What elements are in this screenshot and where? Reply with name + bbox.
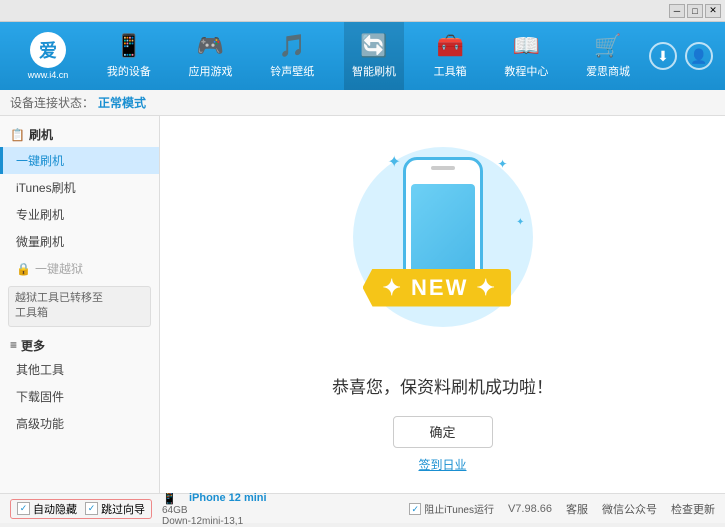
title-bar: ─ □ ✕ [0,0,725,22]
sparkle-3: ✦ [516,217,524,228]
auto-hide-checkbox[interactable]: ✓ 自动隐藏 [17,501,77,517]
device-icon: 📱 [115,33,142,59]
sidebar-notice: 越狱工具已转移至工具箱 [8,286,151,327]
sidebar-item-jailbreak: 🔒 一键越狱 [0,255,159,282]
support-link[interactable]: 客服 [566,501,588,517]
main-content: 📋 刷机 一键刷机 iTunes刷机 专业刷机 微量刷机 🔒 一键越狱 越狱工具… [0,116,725,493]
success-illustration: ✦ ✦ ✦ ✦ NEW ✦ [343,137,543,357]
ringtone-icon: 🎵 [279,33,306,59]
sidebar-item-advanced[interactable]: 高级功能 [0,410,159,437]
nav-shop-label: 爱思商城 [586,63,630,79]
status-bar: 设备连接状态： 正常模式 [0,90,725,116]
header-right: ⬇ 👤 [649,42,717,70]
itunes-running: ✓ 阻止iTunes运行 [409,501,494,516]
itunes-flash-label: iTunes刷机 [16,179,76,196]
account-btn[interactable]: 👤 [685,42,713,70]
version-text: V7.98.66 [508,503,552,515]
device-info-area: 📱 iPhone 12 mini 64GB Down-12mini-13,1 [162,491,267,527]
lock-icon: 🔒 [16,262,31,276]
sidebar-item-one-key-flash[interactable]: 一键刷机 [0,147,159,174]
phone-screen [411,184,475,274]
close-btn[interactable]: ✕ [705,4,721,18]
more-icon: ≡ [10,338,17,352]
skip-guide-checkbox[interactable]: ✓ 跳过向导 [85,501,145,517]
itunes-checkbox[interactable]: ✓ [409,503,421,515]
bottom-right: ✓ 阻止iTunes运行 V7.98.66 客服 微信公众号 检查更新 [409,501,715,517]
one-key-flash-label: 一键刷机 [16,152,64,169]
nav-smart-flash[interactable]: 🔄 智能刷机 [344,22,404,90]
nav-shop[interactable]: 🛒 爱思商城 [578,22,638,90]
bottom-bar: ✓ 自动隐藏 ✓ 跳过向导 📱 iPhone 12 mini 64GB Down… [0,493,725,523]
nav-tutorial-label: 教程中心 [504,63,548,79]
new-label: ✦ NEW ✦ [383,275,497,300]
flash-icon: 🔄 [360,33,387,59]
sidebar-item-other-tools[interactable]: 其他工具 [0,356,159,383]
flash-section-label: 刷机 [29,126,53,143]
nav-ringtone-label: 铃声壁纸 [270,63,314,79]
sidebar-item-pro-flash[interactable]: 专业刷机 [0,201,159,228]
skip-guide-check-box[interactable]: ✓ [85,502,98,515]
sidebar-section-flash: 📋 刷机 [0,122,159,147]
wechat-link[interactable]: 微信公众号 [602,501,657,517]
download-firmware-label: 下载固件 [16,388,64,405]
center-content: ✦ ✦ ✦ ✦ NEW ✦ 恭喜您，保资料刷机成功啦！ 确定 签到日业 [160,116,725,493]
sidebar-item-wipe-flash[interactable]: 微量刷机 [0,228,159,255]
sparkle-1: ✦ [388,152,401,172]
sparkle-2: ✦ [497,157,507,171]
status-value: 正常模式 [98,94,146,111]
nav-apps-label: 应用游戏 [189,63,233,79]
sidebar-item-itunes-flash[interactable]: iTunes刷机 [0,174,159,201]
sidebar: 📋 刷机 一键刷机 iTunes刷机 专业刷机 微量刷机 🔒 一键越狱 越狱工具… [0,116,160,493]
header: 爱 www.i4.cn 📱 我的设备 🎮 应用游戏 🎵 铃声壁纸 🔄 智能刷机 … [0,22,725,90]
new-ribbon: ✦ NEW ✦ [363,269,511,307]
auto-hide-label: 自动隐藏 [33,501,77,517]
skip-guide-label: 跳过向导 [101,501,145,517]
device-storage: 64GB [162,505,267,516]
itunes-label: 阻止iTunes运行 [424,501,494,516]
nav-flash-label: 智能刷机 [352,63,396,79]
nav-tutorial[interactable]: 📖 教程中心 [496,22,556,90]
nav-bar: 📱 我的设备 🎮 应用游戏 🎵 铃声壁纸 🔄 智能刷机 🧰 工具箱 📖 教程中心… [88,22,649,90]
minimize-btn[interactable]: ─ [669,4,685,18]
logo-icon: 爱 [30,32,66,68]
nav-my-device[interactable]: 📱 我的设备 [99,22,159,90]
phone-speaker [431,166,455,170]
nav-ringtone[interactable]: 🎵 铃声壁纸 [262,22,322,90]
daily-button[interactable]: 签到日业 [418,456,466,473]
maximize-btn[interactable]: □ [687,4,703,18]
success-message: 恭喜您，保资料刷机成功啦！ [332,373,553,398]
window-controls[interactable]: ─ □ ✕ [669,4,721,18]
auto-hide-check-box[interactable]: ✓ [17,502,30,515]
notice-text: 越狱工具已转移至工具箱 [15,292,103,319]
device-model: Down-12mini-13,1 [162,516,267,527]
wipe-flash-label: 微量刷机 [16,233,64,250]
logo[interactable]: 爱 www.i4.cn [8,32,88,80]
nav-toolbox[interactable]: 🧰 工具箱 [426,22,475,90]
shop-icon: 🛒 [594,33,621,59]
flash-section-icon: 📋 [10,128,25,142]
device-name: iPhone 12 mini [189,492,267,504]
nav-my-device-label: 我的设备 [107,63,151,79]
jailbreak-label: 一键越狱 [35,260,83,277]
sidebar-section-more: ≡ 更多 [0,331,159,356]
apps-icon: 🎮 [197,33,224,59]
advanced-label: 高级功能 [16,415,64,432]
update-link[interactable]: 检查更新 [671,501,715,517]
toolbox-icon: 🧰 [436,33,463,59]
checkbox-group: ✓ 自动隐藏 ✓ 跳过向导 [10,499,152,519]
status-label: 设备连接状态： [10,94,94,111]
logo-url: www.i4.cn [28,70,69,80]
nav-apps-games[interactable]: 🎮 应用游戏 [181,22,241,90]
sidebar-item-download-firmware[interactable]: 下载固件 [0,383,159,410]
more-label: 更多 [21,337,45,354]
nav-toolbox-label: 工具箱 [434,63,467,79]
other-tools-label: 其他工具 [16,361,64,378]
pro-flash-label: 专业刷机 [16,206,64,223]
tutorial-icon: 📖 [513,33,540,59]
download-btn[interactable]: ⬇ [649,42,677,70]
confirm-button[interactable]: 确定 [393,416,493,448]
